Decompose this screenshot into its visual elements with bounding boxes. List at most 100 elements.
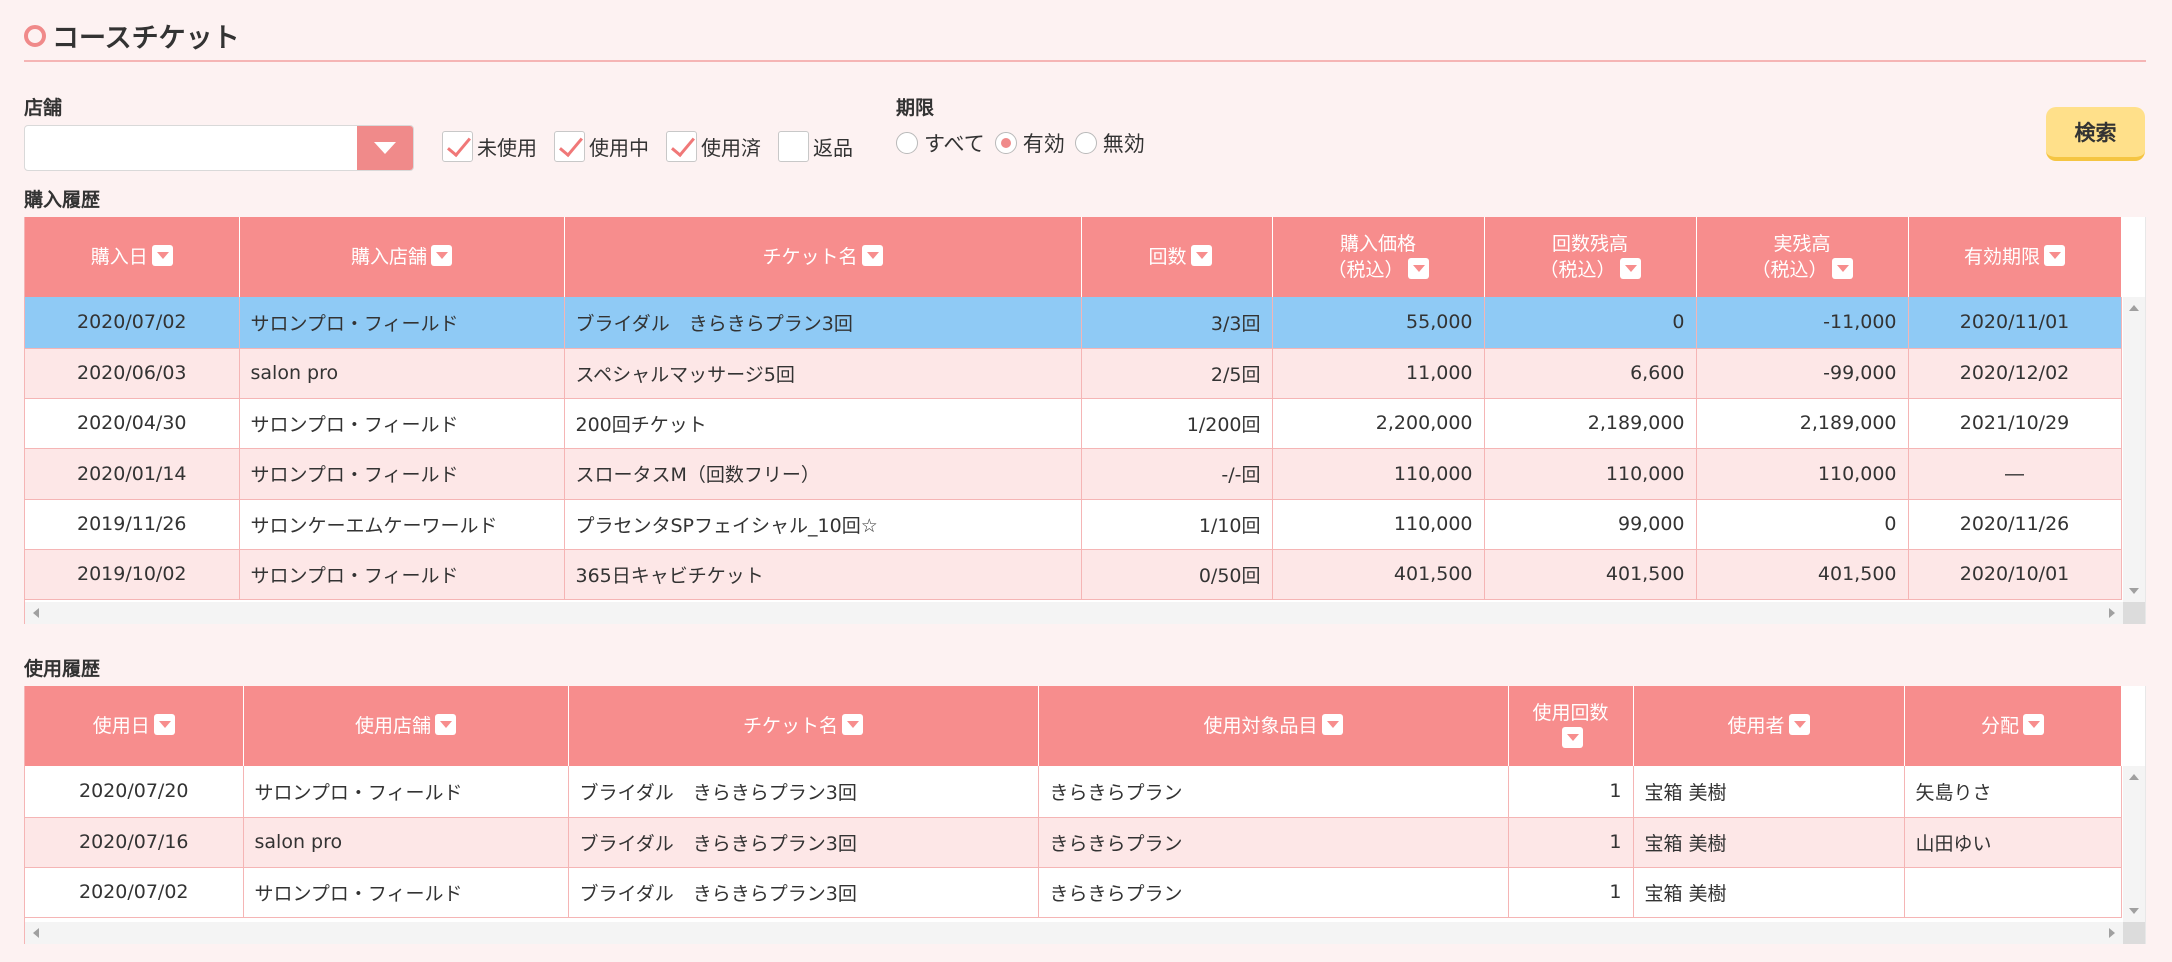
checkbox-unused[interactable]: 未使用 <box>442 131 537 162</box>
scroll-left-icon[interactable] <box>33 928 39 938</box>
scroll-right-icon[interactable] <box>2109 608 2115 618</box>
scroll-up-icon[interactable] <box>2129 774 2139 780</box>
table-row[interactable]: 2020/07/02 サロンプロ・フィールド ブライダル きらきらプラン3回 き… <box>25 867 2122 918</box>
sort-icon[interactable] <box>1321 714 1343 735</box>
checkbox-label: 使用済 <box>701 136 761 160</box>
checkbox-in-use[interactable]: 使用中 <box>554 131 649 162</box>
cell-count-balance: 401,500 <box>1484 549 1697 600</box>
sort-icon[interactable] <box>1619 258 1641 279</box>
col-header-actual-balance[interactable]: 実残高 （税込） <box>1696 217 1909 297</box>
sort-icon[interactable] <box>2023 714 2044 735</box>
cell-ticket: スペシャルマッサージ5回 <box>564 348 1082 399</box>
cell-count: 1 <box>1508 867 1634 918</box>
sort-icon[interactable] <box>153 714 175 735</box>
col-header-ticket-name[interactable]: チケット名 <box>568 686 1039 766</box>
cell-store: salon pro <box>243 817 569 868</box>
col-header-expiry[interactable]: 有効期限 <box>1908 217 2122 297</box>
table-row[interactable]: 2019/11/26 サロンケーエムケーワールド プラセンタSPフェイシャル_1… <box>25 499 2122 550</box>
cell-price: 2,200,000 <box>1272 398 1485 449</box>
cell-ticket: スロータスM（回数フリー） <box>564 448 1082 500</box>
table-row[interactable]: 2019/10/02 サロンプロ・フィールド 365日キャビチケット 0/50回… <box>25 549 2122 600</box>
col-header-count-balance[interactable]: 回数残高 （税込） <box>1484 217 1697 297</box>
col-header-target-item[interactable]: 使用対象品目 <box>1038 686 1509 766</box>
sort-icon[interactable] <box>2044 245 2065 266</box>
store-select-toggle[interactable] <box>357 126 413 170</box>
cell-ticket: ブライダル きらきらプラン3回 <box>564 297 1082 349</box>
search-button[interactable]: 検索 <box>2046 107 2145 161</box>
sort-icon[interactable] <box>431 245 452 266</box>
cell-share <box>1904 867 2122 918</box>
cell-store: サロンプロ・フィールド <box>239 297 565 349</box>
cell-ticket: プラセンタSPフェイシャル_10回☆ <box>564 499 1082 550</box>
col-header-usage-count[interactable]: 使用回数 <box>1508 686 1634 766</box>
cell-store: サロンプロ・フィールド <box>243 867 569 918</box>
radio-invalid[interactable]: 無効 <box>1074 128 1145 158</box>
sort-icon[interactable] <box>1407 258 1429 279</box>
radio-all[interactable]: すべて <box>896 128 985 158</box>
checkbox-used[interactable]: 使用済 <box>666 131 761 162</box>
cell-ticket: 365日キャビチケット <box>564 549 1082 600</box>
store-select[interactable] <box>24 125 414 171</box>
col-header-ticket-name[interactable]: チケット名 <box>564 217 1082 297</box>
store-label: 店舗 <box>24 97 63 119</box>
purchase-section-label: 購入履歴 <box>24 189 101 211</box>
checkbox-icon[interactable] <box>442 131 473 162</box>
cell-item: きらきらプラン <box>1038 817 1509 868</box>
table-row[interactable]: 2020/01/14 サロンプロ・フィールド スロータスM（回数フリー） -/-… <box>25 448 2122 500</box>
cell-store: salon pro <box>239 348 565 399</box>
table-row[interactable]: 2020/04/30 サロンプロ・フィールド 200回チケット 1/200回 2… <box>25 398 2122 449</box>
col-header-usage-store[interactable]: 使用店舗 <box>243 686 569 766</box>
sort-icon[interactable] <box>1562 727 1583 748</box>
col-header-purchase-store[interactable]: 購入店舗 <box>239 217 565 297</box>
checkbox-icon[interactable] <box>666 131 697 162</box>
horizontal-scrollbar[interactable] <box>25 922 2123 944</box>
scroll-right-icon[interactable] <box>2109 928 2115 938</box>
cell-date: 2020/01/14 <box>25 448 240 500</box>
sort-icon[interactable] <box>842 714 863 735</box>
col-header-user[interactable]: 使用者 <box>1633 686 1905 766</box>
radio-icon[interactable] <box>896 132 918 154</box>
sort-icon[interactable] <box>435 714 456 735</box>
cell-actual-balance: 0 <box>1696 499 1909 550</box>
table-row[interactable]: 2020/06/03 salon pro スペシャルマッサージ5回 2/5回 1… <box>25 348 2122 399</box>
col-header-count[interactable]: 回数 <box>1081 217 1273 297</box>
table-row[interactable]: 2020/07/02 サロンプロ・フィールド ブライダル きらきらプラン3回 3… <box>25 297 2122 349</box>
horizontal-scrollbar[interactable] <box>25 602 2123 624</box>
cell-date: 2020/07/02 <box>25 867 244 918</box>
vertical-scrollbar[interactable] <box>2123 297 2145 602</box>
sort-icon[interactable] <box>861 245 883 266</box>
sort-icon[interactable] <box>151 245 173 266</box>
sort-icon[interactable] <box>1788 714 1810 735</box>
scroll-up-icon[interactable] <box>2129 305 2139 311</box>
checkbox-label: 未使用 <box>477 136 537 160</box>
table-row[interactable]: 2020/07/16 salon pro ブライダル きらきらプラン3回 きらき… <box>25 817 2122 868</box>
radio-valid[interactable]: 有効 <box>994 128 1065 158</box>
cell-count: 0/50回 <box>1081 549 1273 600</box>
scroll-down-icon[interactable] <box>2129 908 2139 914</box>
radio-icon[interactable] <box>994 132 1017 154</box>
cell-count: 1 <box>1508 817 1634 868</box>
cell-date: 2020/07/02 <box>25 297 240 349</box>
sort-icon[interactable] <box>1190 245 1212 266</box>
scroll-down-icon[interactable] <box>2129 588 2139 594</box>
vertical-scrollbar[interactable] <box>2123 766 2145 922</box>
sort-icon[interactable] <box>1831 258 1853 279</box>
cell-ticket: ブライダル きらきらプラン3回 <box>568 867 1039 918</box>
cell-share: 山田ゆい <box>1904 817 2122 868</box>
radio-icon[interactable] <box>1074 132 1097 154</box>
cell-store: サロンプロ・フィールド <box>239 448 565 500</box>
usage-table: 使用日 使用店舗 チケット名 使用対象品目 使用回数 使用者 分配 2020/0… <box>25 686 2122 918</box>
cell-actual-balance: -11,000 <box>1696 297 1909 349</box>
col-header-price[interactable]: 購入価格 （税込） <box>1272 217 1485 297</box>
col-header-usage-date[interactable]: 使用日 <box>25 686 244 766</box>
table-row[interactable]: 2020/07/20 サロンプロ・フィールド ブライダル きらきらプラン3回 き… <box>25 766 2122 818</box>
cell-count-balance: 2,189,000 <box>1484 398 1697 449</box>
col-header-share[interactable]: 分配 <box>1904 686 2122 766</box>
checkbox-icon[interactable] <box>778 131 809 162</box>
cell-price: 401,500 <box>1272 549 1485 600</box>
checkbox-returned[interactable]: 返品 <box>778 131 853 162</box>
cell-price: 11,000 <box>1272 348 1485 399</box>
checkbox-icon[interactable] <box>554 131 585 162</box>
col-header-purchase-date[interactable]: 購入日 <box>25 217 240 297</box>
scroll-left-icon[interactable] <box>33 608 39 618</box>
